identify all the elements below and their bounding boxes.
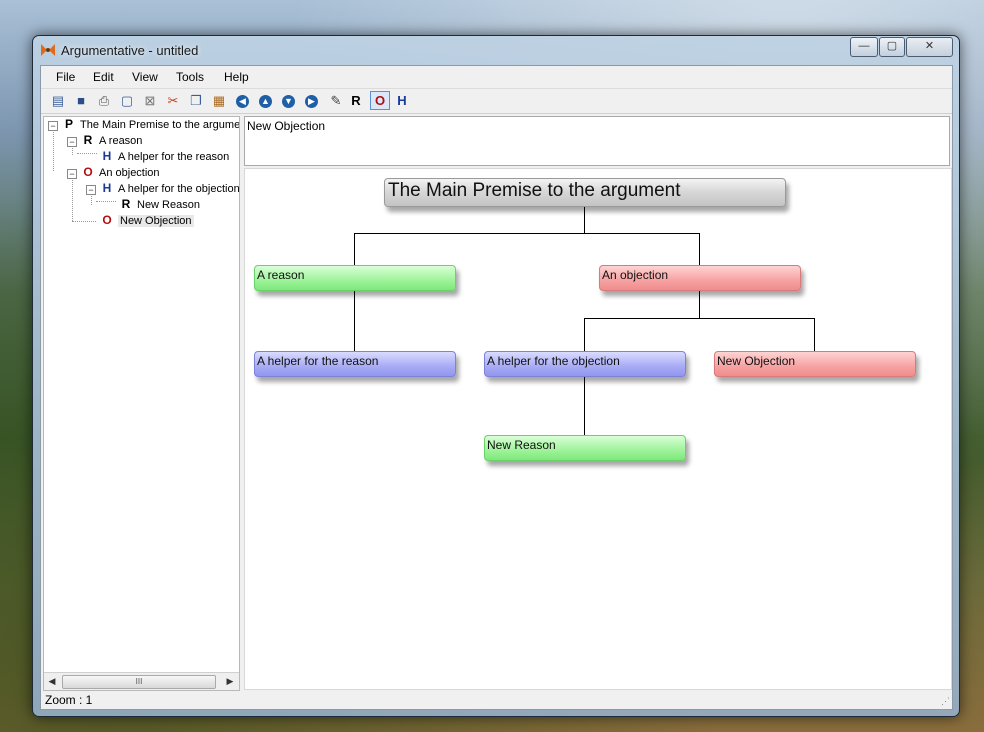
diagram-connector bbox=[814, 318, 815, 351]
new-objection-node-text: New Objection bbox=[717, 354, 796, 368]
arrow-right-icon[interactable]: ▶ bbox=[305, 95, 318, 108]
zoom-status: Zoom : 1 bbox=[45, 693, 93, 707]
tree-connector bbox=[72, 177, 73, 221]
menu-file[interactable]: File bbox=[56, 70, 75, 84]
premise-node[interactable]: The Main Premise to the argument bbox=[384, 178, 786, 207]
new-icon[interactable]: ▤ bbox=[49, 92, 67, 110]
reason-node[interactable]: A reason bbox=[254, 265, 456, 291]
tree-collapse-icon[interactable]: − bbox=[86, 185, 96, 195]
tree-item-label: A helper for the reason bbox=[118, 151, 230, 163]
new-objection-node[interactable]: New Objection bbox=[714, 351, 916, 377]
tree-item-helper-reason[interactable]: H A helper for the reason bbox=[100, 149, 230, 165]
tree-connector bbox=[53, 129, 54, 171]
helper-letter: H bbox=[102, 181, 112, 195]
add-objection-button[interactable]: O bbox=[370, 91, 390, 110]
window-title: Argumentative - untitled bbox=[61, 43, 199, 58]
paste-icon[interactable]: ▦ bbox=[210, 92, 228, 110]
diagram-connector bbox=[354, 289, 355, 351]
diagram-connector bbox=[354, 233, 355, 265]
tree-item-label: A helper for the objection bbox=[118, 183, 240, 195]
close-button[interactable]: ✕ bbox=[906, 37, 953, 57]
objection-node[interactable]: An objection bbox=[599, 265, 801, 291]
copy-icon[interactable]: ❐ bbox=[187, 92, 205, 110]
diagram-connector bbox=[699, 233, 700, 265]
print-preview-icon[interactable]: ▢ bbox=[118, 92, 136, 110]
tree-item-helper-objection[interactable]: H A helper for the objection bbox=[100, 181, 240, 197]
helper-reason-node[interactable]: A helper for the reason bbox=[254, 351, 456, 377]
scroll-thumb[interactable]: III bbox=[62, 675, 216, 689]
resize-grip-icon[interactable]: ⋰ bbox=[941, 696, 950, 707]
objection-node-text: An objection bbox=[602, 268, 669, 282]
minimize-button[interactable]: — bbox=[850, 37, 878, 57]
diagram-connector bbox=[584, 205, 585, 233]
tree-item-label: New Objection bbox=[118, 215, 194, 227]
add-helper-button[interactable]: H bbox=[393, 92, 411, 110]
status-bar: Zoom : 1 ⋰ bbox=[41, 691, 952, 709]
tree-horizontal-scrollbar[interactable]: ◀ III ▶ bbox=[44, 672, 239, 690]
app-logo-icon bbox=[41, 44, 55, 56]
reason-letter: R bbox=[83, 133, 93, 147]
diagram-connector bbox=[699, 289, 700, 318]
objection-letter: O bbox=[102, 213, 112, 227]
scroll-left-icon[interactable]: ◀ bbox=[44, 673, 60, 690]
tree-item-objection[interactable]: O An objection bbox=[81, 165, 160, 181]
diagram-connector bbox=[354, 233, 700, 234]
tree-connector bbox=[77, 153, 97, 154]
premise-letter: P bbox=[64, 117, 73, 131]
arrow-down-icon[interactable]: ▼ bbox=[282, 95, 295, 108]
scroll-right-icon[interactable]: ▶ bbox=[222, 673, 238, 690]
menu-tools[interactable]: Tools bbox=[176, 70, 204, 84]
tree-item-label: An objection bbox=[99, 167, 160, 179]
helper-objection-node[interactable]: A helper for the objection bbox=[484, 351, 686, 377]
helper-letter: H bbox=[102, 149, 112, 163]
argument-tree[interactable]: − P The Main Premise to the argumer − R A … bbox=[43, 116, 240, 691]
editor-text: New Objection bbox=[247, 119, 326, 133]
premise-node-text: The Main Premise to the argument bbox=[388, 180, 681, 201]
tree-item-new-objection[interactable]: O New Objection bbox=[100, 213, 194, 229]
new-reason-node[interactable]: New Reason bbox=[484, 435, 686, 461]
reason-letter: R bbox=[121, 197, 131, 211]
title-bar[interactable]: Argumentative - untitled — ▢ ✕ bbox=[33, 36, 959, 64]
node-text-editor[interactable]: New Objection bbox=[244, 116, 950, 166]
tree-collapse-icon[interactable]: − bbox=[67, 137, 77, 147]
tree-connector bbox=[96, 201, 116, 202]
tree-item-label: The Main Premise to the argumer bbox=[80, 119, 240, 131]
delete-icon[interactable]: ⊠ bbox=[141, 92, 159, 110]
tree-connector bbox=[72, 221, 96, 222]
menu-view[interactable]: View bbox=[132, 70, 158, 84]
edit-icon[interactable]: ✎ bbox=[327, 92, 345, 110]
toolbar: ▤ ■ ⎙ ▢ ⊠ ✂ ❐ ▦ ◀ ▲ ▼ ▶ ✎ R O H bbox=[41, 89, 952, 114]
maximize-button[interactable]: ▢ bbox=[879, 37, 905, 57]
print-icon[interactable]: ⎙ bbox=[95, 92, 113, 110]
menu-help[interactable]: Help bbox=[224, 70, 249, 84]
tree-item-new-reason[interactable]: R New Reason bbox=[119, 197, 200, 213]
diagram-connector bbox=[584, 375, 585, 435]
tree-item-premise[interactable]: P The Main Premise to the argumer bbox=[62, 117, 240, 133]
objection-letter: O bbox=[83, 165, 93, 179]
add-reason-button[interactable]: R bbox=[347, 92, 365, 110]
tree-collapse-icon[interactable]: − bbox=[48, 121, 58, 131]
arrow-left-icon[interactable]: ◀ bbox=[236, 95, 249, 108]
diagram-canvas[interactable]: The Main Premise to the argument A reaso… bbox=[244, 168, 952, 690]
cut-icon[interactable]: ✂ bbox=[164, 92, 182, 110]
tree-collapse-icon[interactable]: − bbox=[67, 169, 77, 179]
tree-item-reason[interactable]: R A reason bbox=[81, 133, 143, 149]
new-reason-node-text: New Reason bbox=[487, 438, 556, 452]
helper-reason-node-text: A helper for the reason bbox=[257, 354, 379, 368]
diagram-connector bbox=[584, 318, 815, 319]
client-area: File Edit View Tools Help ▤ ■ ⎙ ▢ ⊠ ✂ ❐ … bbox=[40, 65, 953, 710]
arrow-up-icon[interactable]: ▲ bbox=[259, 95, 272, 108]
tree-item-label: New Reason bbox=[137, 199, 200, 211]
diagram-connector bbox=[584, 318, 585, 351]
reason-node-text: A reason bbox=[257, 268, 305, 282]
save-icon[interactable]: ■ bbox=[72, 92, 90, 110]
app-window: Argumentative - untitled — ▢ ✕ File Edit… bbox=[32, 35, 960, 717]
tree-item-label: A reason bbox=[99, 135, 143, 147]
menu-edit[interactable]: Edit bbox=[93, 70, 114, 84]
helper-objection-node-text: A helper for the objection bbox=[487, 354, 620, 368]
menu-bar: File Edit View Tools Help bbox=[41, 66, 952, 89]
